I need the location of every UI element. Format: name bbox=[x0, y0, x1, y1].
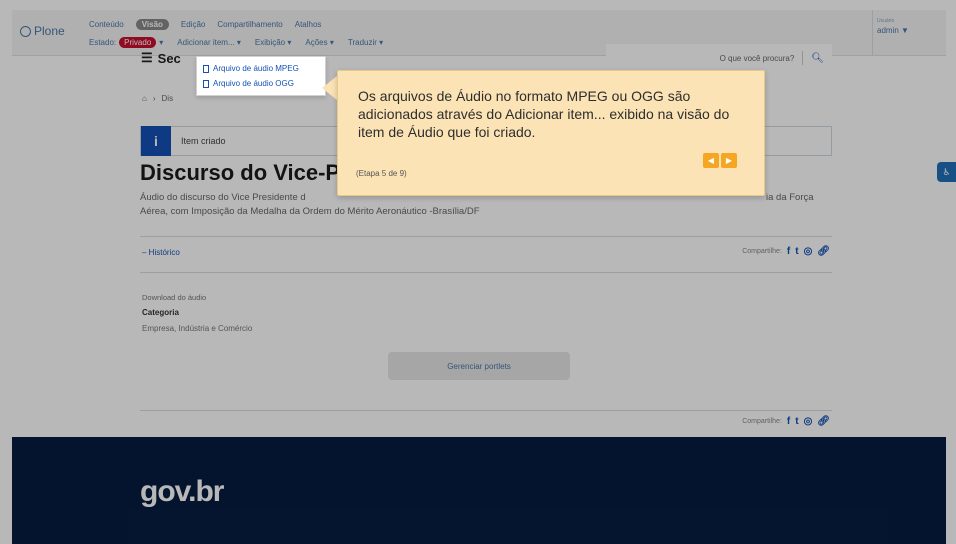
tab-edicao[interactable]: Edição bbox=[181, 20, 205, 29]
breadcrumb-separator: › bbox=[152, 94, 156, 103]
breadcrumb: ⌂ › Dis bbox=[142, 94, 173, 103]
twitter-icon[interactable]: t bbox=[795, 416, 798, 427]
whatsapp-icon[interactable]: ◎ bbox=[804, 416, 813, 427]
user-label: Usuário bbox=[877, 18, 895, 24]
chevron-down-icon: ▾ bbox=[159, 38, 164, 47]
add-item-dropdown: Arquivo de áudio MPEG Arquivo de áudio O… bbox=[196, 56, 326, 96]
description-line1-end: ia da Força bbox=[766, 192, 814, 203]
user-name: admin ▼ bbox=[877, 26, 942, 35]
chevron-down-icon: ▾ bbox=[287, 38, 292, 47]
tab-conteudo[interactable]: Conteúdo bbox=[89, 20, 124, 29]
estado-label: Estado: bbox=[89, 38, 117, 47]
toolbar-tabs: Conteúdo Visão Edição Compartilhamento A… bbox=[89, 19, 321, 30]
chevron-down-icon: ▾ bbox=[236, 38, 241, 47]
hamburger-icon: ☰ bbox=[141, 50, 153, 65]
user-menu[interactable]: Usuário admin ▼ bbox=[872, 10, 946, 56]
category-label: Categoria bbox=[142, 308, 179, 317]
user-name-text: admin bbox=[877, 26, 899, 35]
whatsapp-icon[interactable]: ◎ bbox=[804, 246, 813, 257]
divider bbox=[140, 410, 832, 411]
twitter-icon[interactable]: t bbox=[795, 246, 798, 257]
adicionar-item-menu[interactable]: Adicionar item... ▾ bbox=[177, 38, 241, 47]
share-bar-bottom: Compartilhe: f t ◎ 🔗︎ bbox=[742, 416, 830, 427]
traduzir-menu[interactable]: Traduzir ▾ bbox=[348, 38, 383, 47]
exibicao-label: Exibição bbox=[254, 38, 286, 47]
facebook-icon[interactable]: f bbox=[787, 416, 790, 427]
tour-step: (Etapa 5 de 9) bbox=[356, 169, 407, 178]
govbr-logo[interactable]: gov.br bbox=[140, 475, 224, 509]
section-menu[interactable]: ☰ Sec bbox=[141, 50, 181, 66]
search-icon[interactable]: 🔍︎ bbox=[811, 53, 824, 64]
link-icon[interactable]: 🔗︎ bbox=[817, 246, 830, 257]
accessibility-icon[interactable]: ♿︎ bbox=[937, 162, 956, 182]
chevron-down-icon: ▼ bbox=[901, 26, 909, 35]
divider bbox=[140, 272, 832, 273]
tour-text: Os arquivos de Áudio no formato MPEG ou … bbox=[358, 88, 730, 140]
link-icon[interactable]: 🔗︎ bbox=[817, 416, 830, 427]
description-line2: Aérea, com Imposição da Medalha da Ordem… bbox=[140, 206, 480, 217]
toolbar-actions: Estado: Privado ▾ Adicionar item... ▾ Ex… bbox=[89, 37, 383, 48]
dropdown-item-ogg-label: Arquivo de áudio OGG bbox=[213, 79, 294, 88]
adicionar-item-label: Adicionar item... bbox=[177, 38, 235, 47]
search-input[interactable]: O que você procura? 🔍︎ bbox=[606, 44, 832, 72]
tab-visao[interactable]: Visão bbox=[135, 19, 169, 30]
footer: gov.br bbox=[12, 437, 946, 544]
exibicao-menu[interactable]: Exibição ▾ bbox=[255, 38, 292, 47]
facebook-icon[interactable]: f bbox=[787, 246, 790, 257]
category-value[interactable]: Empresa, Indústria e Comércio bbox=[142, 324, 252, 333]
document-icon bbox=[203, 79, 209, 88]
plone-logo-label: Plone bbox=[34, 24, 65, 38]
dropdown-item-mpeg-label: Arquivo de áudio MPEG bbox=[213, 64, 299, 73]
tour-prev-button[interactable]: ◀ bbox=[703, 153, 719, 168]
status-text: Item criado bbox=[181, 136, 226, 146]
plone-logo-icon bbox=[20, 25, 31, 37]
tab-atalhos[interactable]: Atalhos bbox=[295, 20, 322, 29]
tour-popup: Os arquivos de Áudio no formato MPEG ou … bbox=[337, 70, 765, 196]
share-bar: Compartilhe: f t ◎ 🔗︎ bbox=[742, 246, 830, 257]
manage-portlets-button[interactable]: Gerenciar portlets bbox=[388, 352, 570, 380]
info-icon: i bbox=[141, 126, 171, 156]
breadcrumb-item[interactable]: Dis bbox=[162, 94, 174, 103]
estado-menu[interactable]: Estado: Privado ▾ bbox=[89, 37, 163, 48]
home-icon[interactable]: ⌂ bbox=[142, 94, 147, 103]
dropdown-item-ogg[interactable]: Arquivo de áudio OGG bbox=[203, 76, 319, 91]
search-placeholder: O que você procura? bbox=[719, 53, 795, 63]
chevron-down-icon: ▾ bbox=[379, 38, 384, 47]
tour-pointer bbox=[322, 76, 337, 100]
acoes-menu[interactable]: Ações ▾ bbox=[305, 38, 333, 47]
plone-logo[interactable]: Plone bbox=[20, 24, 65, 38]
chevron-down-icon: ▾ bbox=[329, 38, 334, 47]
historico-link[interactable]: – Histórico bbox=[142, 248, 180, 257]
page-title: Discurso do Vice-Pr bbox=[140, 160, 340, 185]
description-line1: Áudio do discurso do Vice Presidente d bbox=[140, 192, 306, 203]
tab-compartilhamento[interactable]: Compartilhamento bbox=[217, 20, 282, 29]
share-label: Compartilhe: bbox=[742, 418, 782, 425]
tour-nav: ◀ ▶ bbox=[703, 153, 737, 168]
tour-next-button[interactable]: ▶ bbox=[721, 153, 737, 168]
dropdown-item-mpeg[interactable]: Arquivo de áudio MPEG bbox=[203, 61, 319, 76]
share-label: Compartilhe: bbox=[742, 248, 782, 255]
estado-privado-badge[interactable]: Privado bbox=[119, 37, 157, 48]
traduzir-label: Traduzir bbox=[347, 38, 377, 47]
search-divider bbox=[802, 51, 804, 65]
divider bbox=[140, 236, 832, 237]
section-title: Sec bbox=[157, 50, 181, 66]
acoes-label: Ações bbox=[305, 38, 328, 47]
document-icon bbox=[203, 64, 209, 73]
download-audio-label[interactable]: Download do áudio bbox=[142, 293, 206, 302]
